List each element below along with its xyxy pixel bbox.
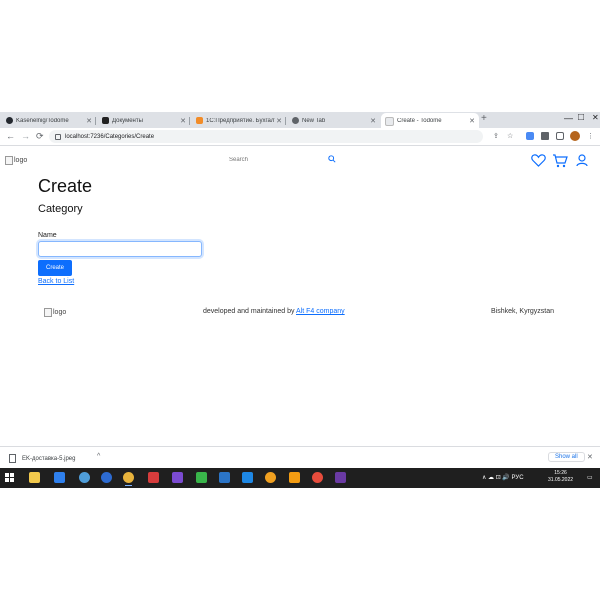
chrome-icon xyxy=(292,117,299,124)
cart-icon[interactable] xyxy=(552,154,568,173)
tab-close-icon[interactable]: ✕ xyxy=(468,117,476,125)
close-window-button[interactable]: ✕ xyxy=(592,113,599,122)
app-icon[interactable] xyxy=(219,472,230,483)
footer-credits: developed and maintained by Alt F4 compa… xyxy=(203,308,345,315)
browser-tab[interactable]: New Tab ✕ xyxy=(288,113,380,128)
minimize-button[interactable]: — xyxy=(564,113,573,123)
show-all-button[interactable]: Show all xyxy=(548,452,585,462)
page-title: Create xyxy=(38,176,93,196)
name-label: Name xyxy=(38,232,57,239)
download-bar: EK-доставка-5.jpeg ^ Show all ✕ xyxy=(0,446,600,469)
browser-tab[interactable]: 1С:Предприятие. Бухгалтерия ✕ xyxy=(192,113,286,128)
back-button[interactable]: ← xyxy=(6,131,15,141)
app-icon xyxy=(196,117,203,124)
maximize-button[interactable]: □ xyxy=(578,112,584,123)
browser-tab[interactable]: Kasenelnig/Todome ✕ xyxy=(2,113,96,128)
share-icon[interactable]: ⇪ xyxy=(493,132,499,140)
app-icon[interactable] xyxy=(265,472,276,483)
browser-tab-strip: Kasenelnig/Todome ✕ Документы ✕ 1С:Предп… xyxy=(0,112,600,129)
search-input[interactable] xyxy=(225,157,323,163)
address-bar[interactable]: localhost:7236/Categories/Create xyxy=(49,130,483,143)
broken-image-icon xyxy=(44,308,52,317)
footer-location: Bishkek, Kyrgyzstan xyxy=(491,308,555,315)
new-tab-button[interactable]: + xyxy=(481,113,487,124)
broken-image-icon xyxy=(5,156,13,165)
bookmark-star-icon[interactable]: ☆ xyxy=(507,132,513,140)
browser-tab[interactable]: Документы ✕ xyxy=(98,113,190,128)
download-item[interactable]: EK-доставка-5.jpeg xyxy=(9,454,75,463)
sidebar-icon[interactable] xyxy=(556,132,564,140)
system-tray[interactable]: ∧ ☁ ⊡ 🔊 РУС xyxy=(482,474,524,481)
app-icon[interactable] xyxy=(101,472,112,483)
tab-close-icon[interactable]: ✕ xyxy=(275,117,283,125)
app-icon[interactable] xyxy=(289,472,300,483)
file-icon xyxy=(9,454,16,463)
chevron-up-icon[interactable]: ^ xyxy=(97,453,100,460)
site-search xyxy=(225,154,343,166)
search-icon[interactable] xyxy=(328,155,336,165)
site-logo[interactable]: logo xyxy=(5,156,27,165)
company-link[interactable]: Alt F4 company xyxy=(296,308,345,315)
profile-avatar[interactable] xyxy=(570,131,580,141)
forward-button[interactable]: → xyxy=(21,131,30,141)
screenshot-frame: Kasenelnig/Todome ✕ Документы ✕ 1С:Предп… xyxy=(0,112,600,488)
heart-icon[interactable] xyxy=(531,154,546,172)
tab-close-icon[interactable]: ✕ xyxy=(179,117,187,125)
puzzle-icon[interactable] xyxy=(541,132,549,140)
extension-icon[interactable] xyxy=(526,132,534,140)
user-icon[interactable] xyxy=(576,154,588,172)
footer-logo: logo xyxy=(44,308,66,317)
browser-toolbar: ← → ⟳ localhost:7236/Categories/Create ⇪… xyxy=(0,128,600,146)
name-input[interactable] xyxy=(38,241,202,257)
browser-tab-active[interactable]: Create - Todome ✕ xyxy=(381,113,479,129)
reload-button[interactable]: ⟳ xyxy=(36,131,44,142)
menu-icon[interactable]: ⋮ xyxy=(587,132,594,140)
app-icon[interactable] xyxy=(335,472,346,483)
app-icon[interactable] xyxy=(148,472,159,483)
create-button[interactable]: Create xyxy=(38,260,72,276)
notifications-icon[interactable]: ▭ xyxy=(587,474,593,481)
visual-studio-icon[interactable] xyxy=(172,472,183,483)
app-icon[interactable] xyxy=(196,472,207,483)
docs-icon xyxy=(102,117,109,124)
page-icon xyxy=(385,116,394,126)
windows-taskbar: ∧ ☁ ⊡ 🔊 РУС 15:26 31.05.2022 ▭ xyxy=(0,468,600,488)
taskbar-clock[interactable]: 15:26 31.05.2022 xyxy=(548,470,573,484)
lock-icon xyxy=(55,133,61,140)
close-download-bar-button[interactable]: ✕ xyxy=(587,453,593,461)
app-icon[interactable] xyxy=(312,472,323,483)
file-explorer-icon[interactable] xyxy=(29,472,40,483)
back-to-list-link[interactable]: Back to List xyxy=(38,278,74,285)
chrome-icon[interactable] xyxy=(123,472,134,486)
page-subtitle: Category xyxy=(38,203,83,215)
github-icon xyxy=(6,117,13,124)
browser-icon[interactable] xyxy=(79,472,90,483)
windows-start-icon[interactable] xyxy=(5,473,14,482)
vscode-icon[interactable] xyxy=(242,472,253,483)
tab-close-icon[interactable]: ✕ xyxy=(85,117,93,125)
site-header: logo xyxy=(0,146,600,170)
url-text: localhost:7236/Categories/Create xyxy=(65,133,155,140)
tab-close-icon[interactable]: ✕ xyxy=(369,117,377,125)
app-icon[interactable] xyxy=(54,472,65,483)
